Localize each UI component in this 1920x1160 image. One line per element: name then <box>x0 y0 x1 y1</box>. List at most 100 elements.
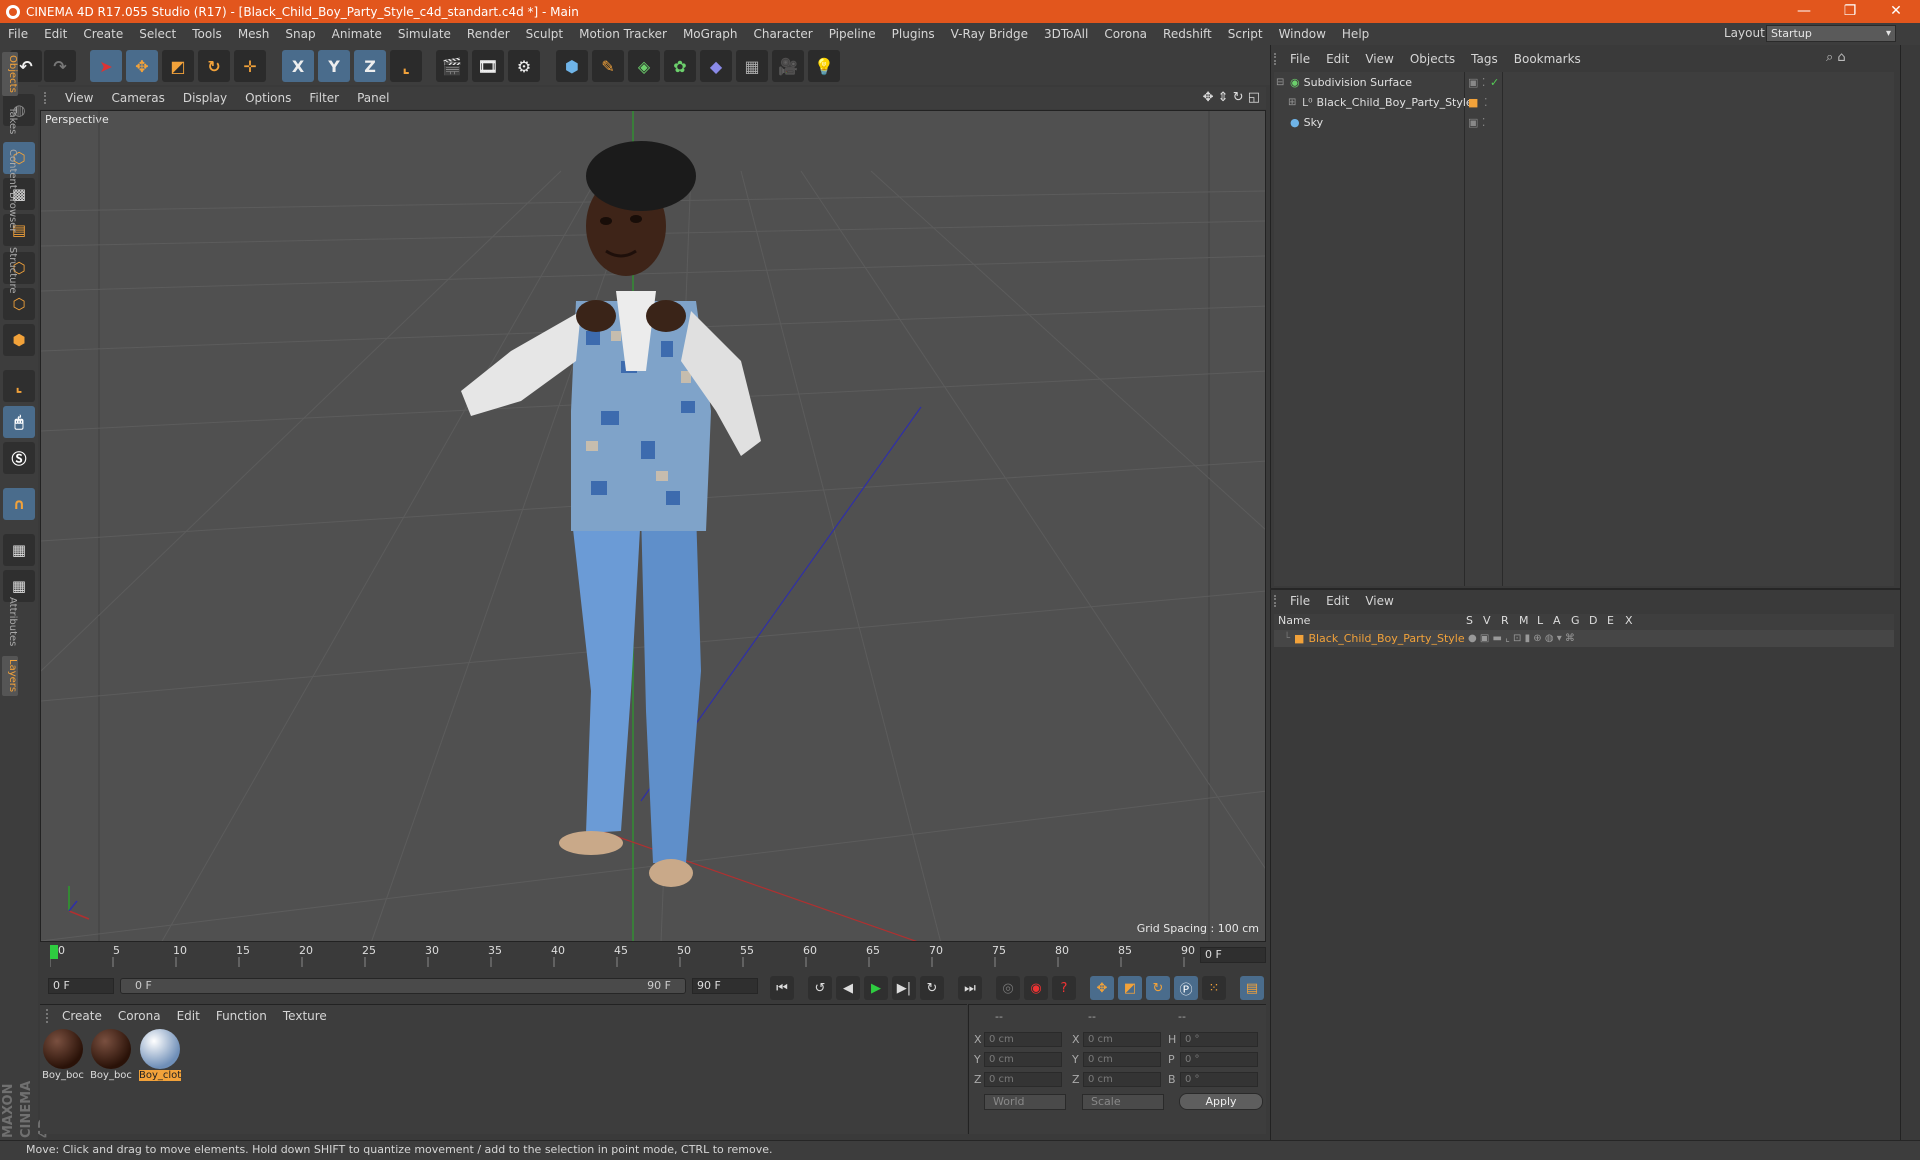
object-row-character[interactable]: ⊞ L⁰ Black_Child_Boy_Party_Style ■ ⁚ <box>1274 94 1894 111</box>
menu-mograph[interactable]: MoGraph <box>675 27 746 41</box>
tab-content-browser[interactable]: Content Browser <box>2 146 18 236</box>
layers-menu-edit[interactable]: Edit <box>1318 594 1357 608</box>
objects-menu-view[interactable]: View <box>1357 52 1401 66</box>
material-menu-corona[interactable]: Corona <box>110 1009 169 1023</box>
menu-help[interactable]: Help <box>1334 27 1377 41</box>
objects-menu-bookmarks[interactable]: Bookmarks <box>1506 52 1589 66</box>
floor-object-icon[interactable]: ▦ <box>736 50 768 82</box>
rotate-tool-icon[interactable]: ↻ <box>198 50 230 82</box>
objects-menu-objects[interactable]: Objects <box>1402 52 1463 66</box>
tweak-mode-icon[interactable]: 🖱 <box>3 406 35 438</box>
character-model[interactable] <box>461 141 761 887</box>
menu-pipeline[interactable]: Pipeline <box>821 27 884 41</box>
rotation-p-field[interactable]: 0 ° <box>1180 1052 1258 1067</box>
menu-motion-tracker[interactable]: Motion Tracker <box>571 27 675 41</box>
viewport-menu-view[interactable]: View <box>56 91 102 105</box>
playhead-marker[interactable] <box>50 945 58 959</box>
key-scale-icon[interactable]: ◩ <box>1118 976 1142 1000</box>
x-axis-button[interactable]: X <box>282 50 314 82</box>
timeline-ruler[interactable]: 0 5 10 15 20 25 30 35 40 45 50 55 60 65 … <box>40 943 1266 969</box>
object-row-sky[interactable]: ● Sky ▣ ⁚ <box>1274 114 1894 131</box>
polygons-mode-icon[interactable]: ⬢ <box>3 324 35 356</box>
size-z-field[interactable]: 0 cm <box>1083 1072 1161 1087</box>
live-select-icon[interactable]: ✛ <box>234 50 266 82</box>
menu-select[interactable]: Select <box>131 27 184 41</box>
viewport-menu-display[interactable]: Display <box>174 91 236 105</box>
layer-flags-icons[interactable]: ● ▣ ▬ ⌞ ⊡ ▮ ⊕ ◍ ▾ ⌘ <box>1468 633 1575 644</box>
layout-select[interactable]: Startup <box>1766 25 1896 42</box>
z-axis-button[interactable]: Z <box>354 50 386 82</box>
visibility-dots-icon[interactable]: ⁚ <box>1484 96 1488 109</box>
viewport-menu-options[interactable]: Options <box>236 91 300 105</box>
material-menu-create[interactable]: Create <box>54 1009 110 1023</box>
prev-frame-icon[interactable]: ◀ <box>836 976 860 1000</box>
visibility-dots-icon[interactable]: ▣ ⁚ <box>1468 76 1485 89</box>
workplane-lock-icon[interactable]: ▦ <box>3 534 35 566</box>
tab-structure[interactable]: Structure <box>2 244 18 296</box>
tab-attributes[interactable]: Attributes <box>2 594 18 650</box>
menu-plugins[interactable]: Plugins <box>884 27 943 41</box>
menu-vray-bridge[interactable]: V-Ray Bridge <box>943 27 1036 41</box>
layer-row[interactable]: └ ■ Black_Child_Boy_Party_Style ● ▣ ▬ ⌞ … <box>1274 630 1894 647</box>
menu-sculpt[interactable]: Sculpt <box>518 27 571 41</box>
viewport-menu-filter[interactable]: Filter <box>300 91 348 105</box>
axis-mode-icon[interactable]: ⌞ <box>3 370 35 402</box>
deformer-icon[interactable]: ◆ <box>700 50 732 82</box>
scale-tool-icon[interactable]: ◩ <box>162 50 194 82</box>
menu-animate[interactable]: Animate <box>324 27 390 41</box>
menu-redshift[interactable]: Redshift <box>1155 27 1220 41</box>
menu-mesh[interactable]: Mesh <box>230 27 278 41</box>
menu-snap[interactable]: Snap <box>277 27 323 41</box>
select-tool-icon[interactable]: ➤ <box>90 50 122 82</box>
snap-magnet-icon[interactable]: ∩ <box>3 488 35 520</box>
menu-simulate[interactable]: Simulate <box>390 27 459 41</box>
object-row-subdivision-surface[interactable]: ⊟ ◉ Subdivision Surface ▣ ⁚ ✓ <box>1274 74 1894 91</box>
current-frame-field[interactable]: 0 F <box>1200 947 1266 963</box>
subdivision-surface-icon[interactable]: ◈ <box>628 50 660 82</box>
timeline-window-icon[interactable]: ▤ <box>1240 976 1264 1000</box>
tab-takes[interactable]: Takes <box>2 104 18 138</box>
menu-character[interactable]: Character <box>745 27 820 41</box>
material-menu-edit[interactable]: Edit <box>169 1009 208 1023</box>
layers-menu-view[interactable]: View <box>1357 594 1401 608</box>
rotation-h-field[interactable]: 0 ° <box>1180 1032 1258 1047</box>
key-parameter-icon[interactable]: Ⓟ <box>1174 976 1198 1000</box>
rotation-b-field[interactable]: 0 ° <box>1180 1072 1258 1087</box>
next-frame-icon[interactable]: ▶| <box>892 976 916 1000</box>
objects-menu-file[interactable]: File <box>1282 52 1318 66</box>
minimize-button[interactable]: — <box>1782 0 1826 23</box>
menu-create[interactable]: Create <box>75 27 131 41</box>
pen-spline-icon[interactable]: ✎ <box>592 50 624 82</box>
menu-file[interactable]: File <box>0 27 36 41</box>
next-keyframe-icon[interactable]: ↻ <box>920 976 944 1000</box>
menu-edit[interactable]: Edit <box>36 27 75 41</box>
material-thumbnail[interactable]: Boy_boc <box>90 1028 132 1088</box>
material-menu-texture[interactable]: Texture <box>275 1009 335 1023</box>
redo-button[interactable]: ↷ <box>44 50 76 82</box>
position-x-field[interactable]: 0 cm <box>984 1032 1062 1047</box>
viewport-nav-icons[interactable]: ✥ ⇕ ↻ ◱ <box>1203 90 1260 105</box>
play-forward-icon[interactable]: ▶ <box>864 976 888 1000</box>
tab-objects[interactable]: Objects <box>2 52 18 96</box>
visibility-dots-icon[interactable]: ▣ ⁚ <box>1468 116 1485 129</box>
drag-handle-icon[interactable] <box>1274 53 1282 65</box>
key-rotation-icon[interactable]: ↻ <box>1146 976 1170 1000</box>
menu-tools[interactable]: Tools <box>184 27 230 41</box>
go-to-end-icon[interactable]: ⏭ <box>958 976 982 1000</box>
layer-color-icon[interactable]: ■ <box>1468 96 1478 109</box>
coordinate-system-icon[interactable]: ⌞ <box>390 50 422 82</box>
objects-menu-edit[interactable]: Edit <box>1318 52 1357 66</box>
menu-corona[interactable]: Corona <box>1096 27 1155 41</box>
layers-menu-file[interactable]: File <box>1282 594 1318 608</box>
move-tool-icon[interactable]: ✥ <box>126 50 158 82</box>
solo-mode-icon[interactable]: Ⓢ <box>3 442 35 474</box>
render-settings-icon[interactable]: ⚙ <box>508 50 540 82</box>
autokey-icon[interactable]: ◉ <box>1024 976 1048 1000</box>
tab-layers[interactable]: Layers <box>2 656 18 696</box>
collapse-icon[interactable]: ⊟ <box>1276 77 1286 88</box>
viewport-menu-cameras[interactable]: Cameras <box>102 91 173 105</box>
material-thumbnail-selected[interactable]: Boy_clot <box>139 1028 181 1088</box>
cube-object-icon[interactable]: ⬢ <box>556 50 588 82</box>
drag-handle-icon[interactable] <box>1274 595 1282 607</box>
size-x-field[interactable]: 0 cm <box>1083 1032 1161 1047</box>
